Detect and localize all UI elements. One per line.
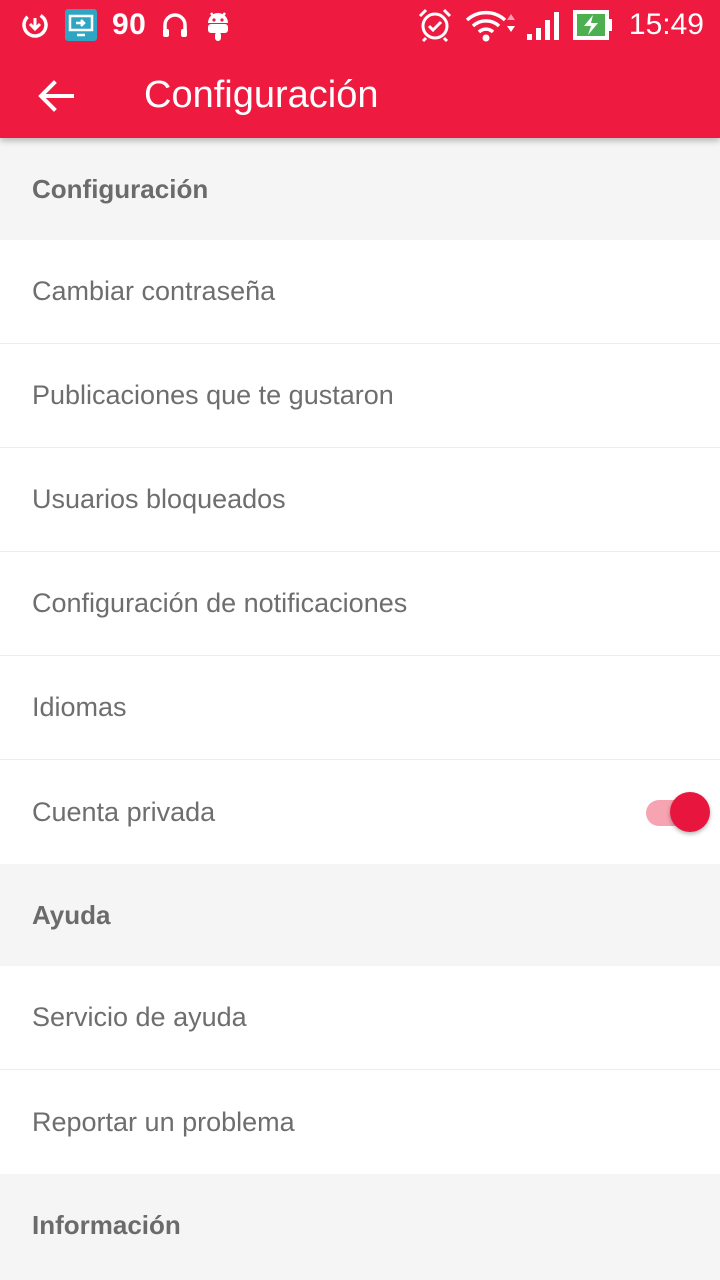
- wifi-icon: [465, 8, 515, 42]
- headphones-icon: [160, 10, 190, 40]
- signal-number: 90: [112, 8, 147, 41]
- status-bar: 90 15:49: [0, 0, 720, 50]
- alarm-icon: [417, 7, 453, 43]
- toolbar: Configuración: [0, 50, 720, 138]
- section-header-info: Información: [0, 1174, 720, 1276]
- battery-charging-icon: [572, 10, 613, 40]
- section-header-config: Configuración: [0, 138, 720, 240]
- change-password-item[interactable]: Cambiar contraseña: [0, 240, 720, 344]
- toggle-thumb: [670, 792, 710, 832]
- private-account-item[interactable]: Cuenta privada: [0, 760, 720, 864]
- report-problem-item[interactable]: Reportar un problema: [0, 1070, 720, 1174]
- status-bar-right: 15:49: [417, 6, 704, 44]
- page-title: Configuración: [144, 74, 379, 116]
- android-icon: [204, 9, 232, 41]
- app-bar: 90 15:49 Configuración: [0, 0, 720, 138]
- private-account-label: Cuenta privada: [32, 796, 216, 827]
- languages-item[interactable]: Idiomas: [0, 656, 720, 760]
- section-header-help: Ayuda: [0, 864, 720, 966]
- liked-posts-item[interactable]: Publicaciones que te gustaron: [0, 344, 720, 448]
- help-service-item[interactable]: Servicio de ayuda: [0, 966, 720, 1070]
- arrow-left-icon: [38, 80, 74, 112]
- settings-list[interactable]: Configuración Cambiar contraseña Publica…: [0, 138, 720, 1276]
- status-time: 15:49: [628, 8, 704, 41]
- status-bar-left: 90: [20, 6, 232, 44]
- download-icon: [20, 10, 50, 40]
- back-button[interactable]: [22, 62, 90, 130]
- screen-cast-icon: [64, 8, 98, 42]
- blocked-users-item[interactable]: Usuarios bloqueados: [0, 448, 720, 552]
- private-account-toggle[interactable]: [646, 792, 712, 832]
- notification-settings-item[interactable]: Configuración de notificaciones: [0, 552, 720, 656]
- cell-signal-icon: [526, 10, 561, 40]
